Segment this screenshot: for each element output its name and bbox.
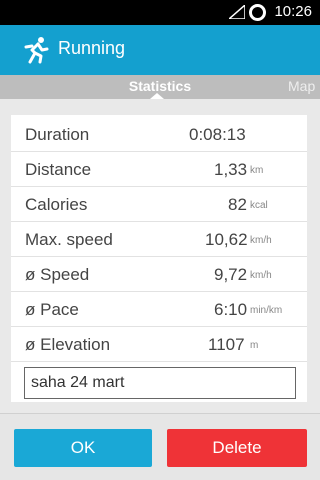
- tab-statistics[interactable]: Statistics: [0, 78, 320, 94]
- runner-icon[interactable]: [22, 36, 50, 64]
- stat-value: 1107: [208, 335, 245, 354]
- stat-row-avg-pace: ø Pace 6:10 min/km: [11, 292, 307, 327]
- tab-map[interactable]: Map: [288, 78, 315, 94]
- note-input[interactable]: [25, 368, 295, 398]
- tab-bar: Statistics Map: [0, 75, 320, 99]
- stats-card: Duration 0:08:13 Distance 1,33 km Calori…: [11, 115, 307, 402]
- stat-row-avg-elevation: ø Elevation 1107 m: [11, 327, 307, 362]
- stat-row-avg-speed: ø Speed 9,72 km/h: [11, 257, 307, 292]
- stat-unit: min/km: [250, 305, 283, 316]
- stat-row-calories: Calories 82 kcal: [11, 187, 307, 222]
- status-time: 10:26: [274, 3, 312, 20]
- sync-icon: [249, 4, 266, 21]
- stat-value: 10,62: [205, 230, 248, 249]
- stat-value: 0:08:13: [189, 125, 246, 144]
- stat-unit: km: [250, 165, 264, 176]
- stat-value: 6:10: [214, 300, 248, 319]
- stat-value: 82: [228, 195, 247, 214]
- app-bar: Running: [0, 25, 320, 75]
- stat-label: ø Elevation: [25, 335, 111, 354]
- signal-icon: [229, 5, 245, 19]
- stat-unit: kcal: [250, 200, 268, 211]
- ok-button[interactable]: OK: [14, 429, 152, 467]
- status-bar: 10:26: [0, 0, 320, 25]
- stat-row-max-speed: Max. speed 10,62 km/h: [11, 222, 307, 257]
- stat-label: Distance: [25, 160, 92, 179]
- action-bar: OK Delete: [0, 413, 320, 480]
- delete-button[interactable]: Delete: [167, 429, 307, 467]
- stat-unit: km/h: [250, 270, 272, 281]
- stat-label: Calories: [25, 195, 88, 214]
- stat-row-distance: Distance 1,33 km: [11, 152, 307, 187]
- tab-indicator: [150, 93, 164, 99]
- stat-label: Max. speed: [25, 230, 113, 249]
- stat-label: ø Speed: [25, 265, 90, 284]
- stat-value: 9,72: [214, 265, 248, 284]
- stat-unit: km/h: [250, 235, 272, 246]
- stat-label: Duration: [25, 125, 90, 144]
- stat-row-duration: Duration 0:08:13: [11, 117, 307, 152]
- note-field-container: [24, 367, 296, 399]
- stat-value: 1,33: [214, 160, 248, 179]
- stat-unit: m: [250, 340, 259, 351]
- app-title: Running: [58, 38, 126, 58]
- stat-label: ø Pace: [25, 300, 79, 319]
